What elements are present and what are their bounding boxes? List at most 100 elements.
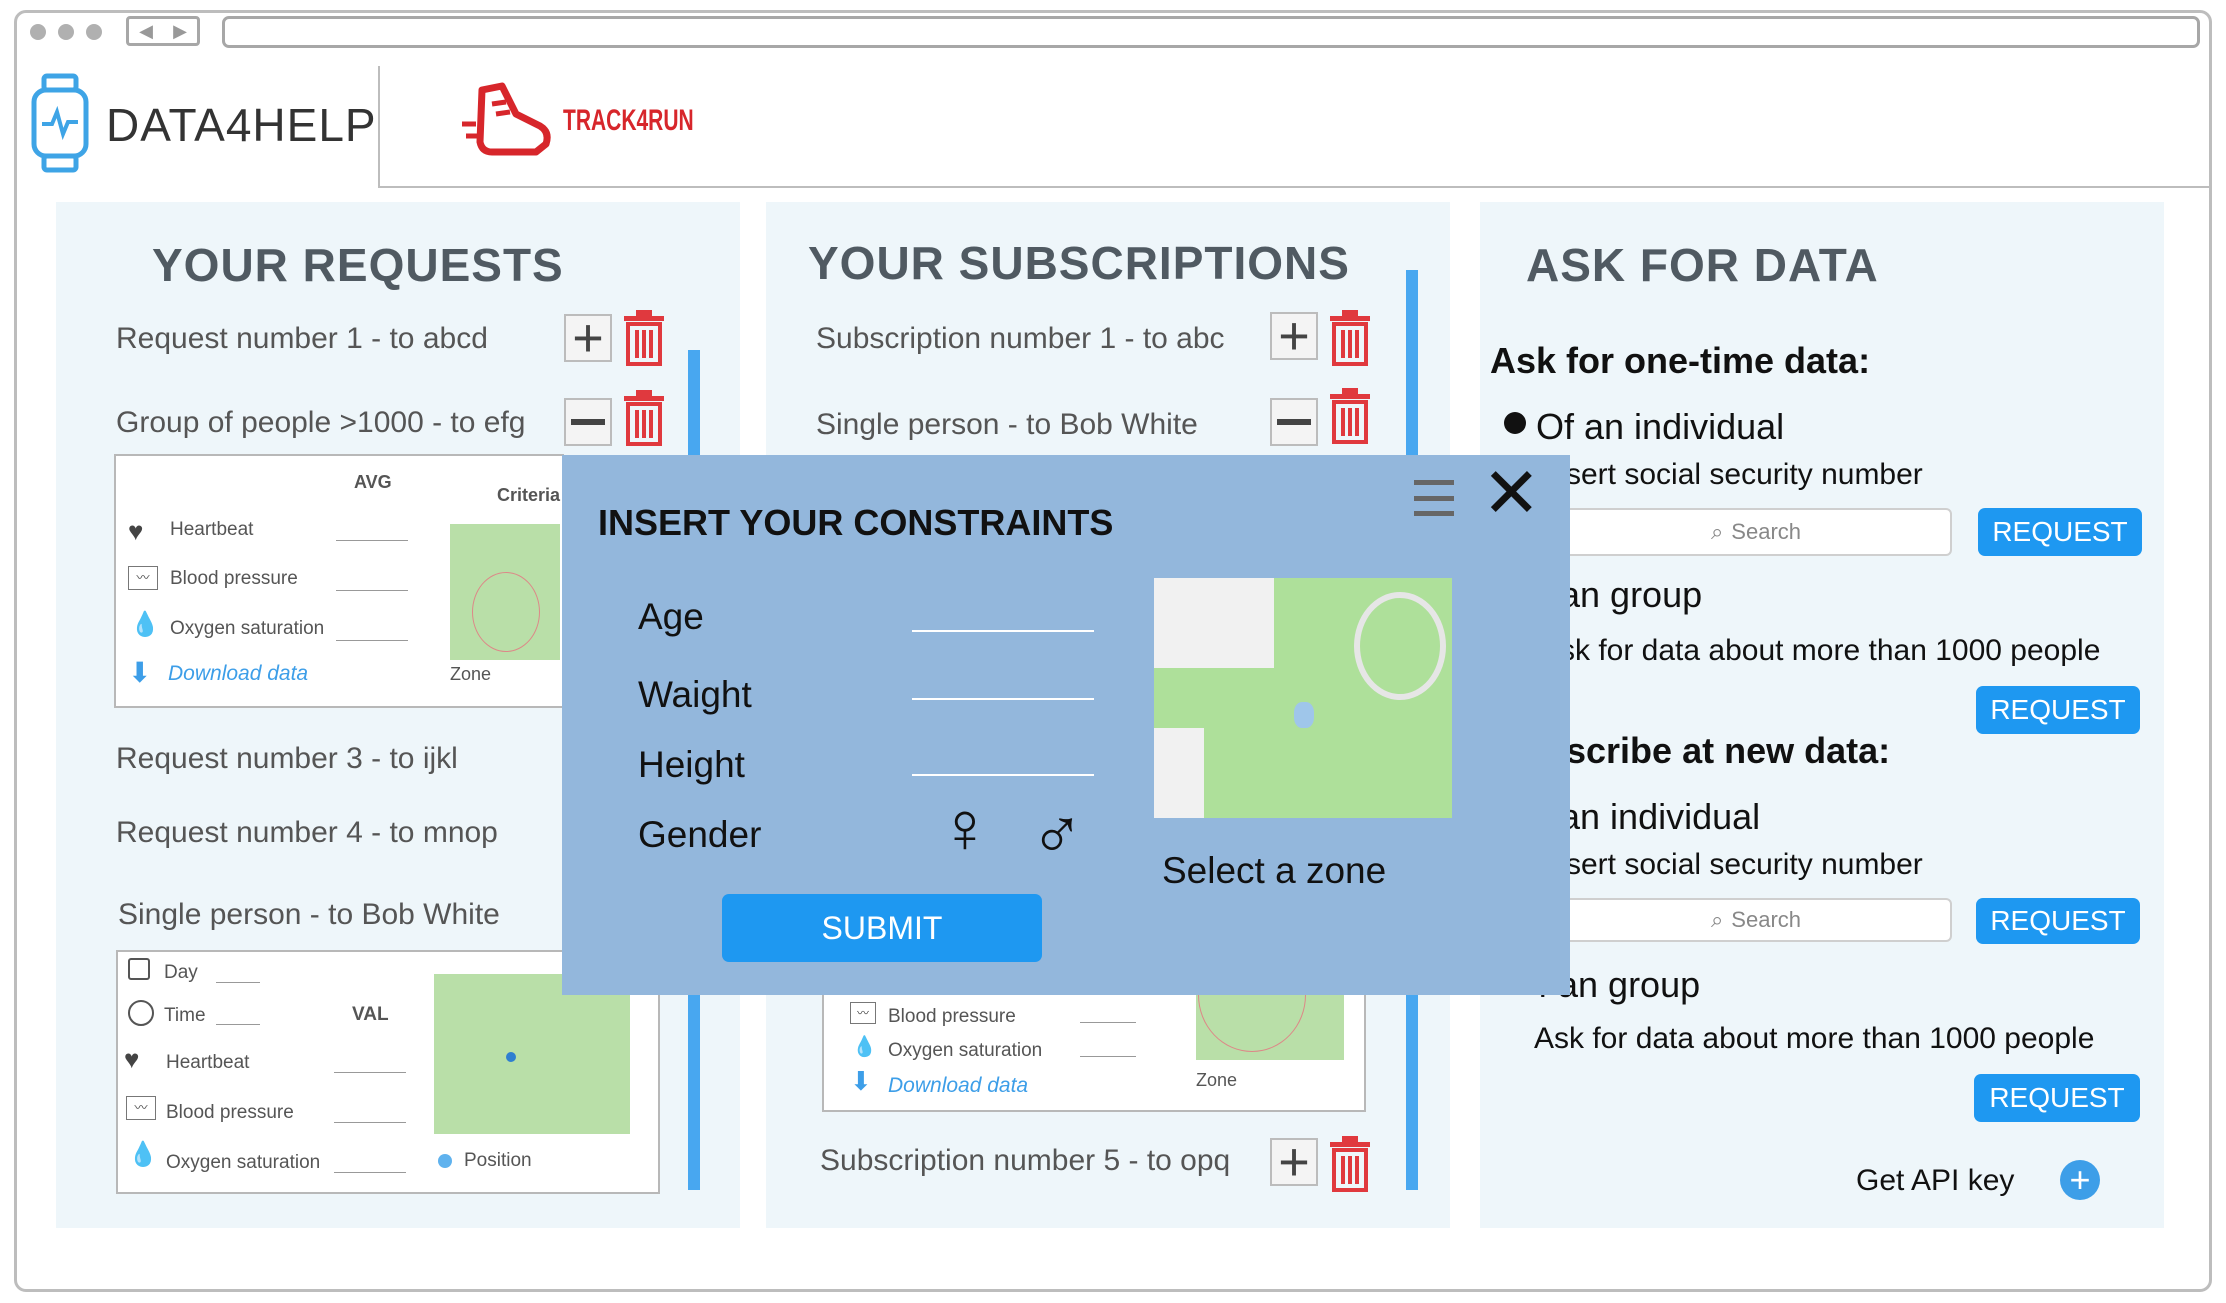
search-icon: ⌕: [1710, 907, 1724, 932]
heartbeat-label: Heartbeat: [166, 1052, 250, 1073]
insert-ssn-label-2: sert social security number: [1566, 848, 1923, 881]
zone-map[interactable]: [1196, 992, 1344, 1060]
trash-icon[interactable]: [622, 390, 666, 446]
minus-icon: [571, 419, 605, 425]
position-map[interactable]: [434, 974, 630, 1134]
request-button[interactable]: REQUEST: [1978, 508, 2142, 556]
request-row-4[interactable]: Request number 4 - to mnop: [116, 816, 498, 850]
download-data-link[interactable]: Download data: [888, 1074, 1028, 1098]
request-row-1[interactable]: Request number 1 - to abcd: [116, 322, 488, 356]
download-icon[interactable]: ⬇: [128, 656, 151, 689]
blood-pressure-label: Blood pressure: [888, 1006, 1016, 1027]
download-icon[interactable]: ⬇: [850, 1066, 872, 1097]
nav-buttons[interactable]: ◀ ▶: [126, 16, 200, 46]
add-button[interactable]: +: [564, 311, 612, 365]
request-button[interactable]: REQUEST: [1976, 898, 2140, 944]
oxygen-label: Oxygen saturation: [888, 1040, 1043, 1061]
zone-map[interactable]: [450, 524, 560, 660]
droplet-icon: 💧: [128, 1141, 158, 1168]
map-urban-area: [1154, 578, 1274, 668]
window-close-dot[interactable]: [30, 24, 46, 40]
brand-name: DATA4HELP: [106, 99, 377, 151]
age-input[interactable]: [912, 630, 1094, 632]
window-maximize-dot[interactable]: [86, 24, 102, 40]
age-label: Age: [638, 596, 704, 637]
blood-pressure-icon: 〰: [126, 1096, 156, 1120]
subscription-row-2[interactable]: Single person - to Bob White: [816, 408, 1198, 442]
request-row-5[interactable]: Single person - to Bob White: [118, 898, 500, 932]
female-icon[interactable]: ♀: [938, 792, 992, 864]
trash-icon[interactable]: [1328, 1136, 1372, 1192]
back-icon[interactable]: ◀: [139, 21, 153, 42]
request-button[interactable]: REQUEST: [1976, 686, 2140, 734]
blood-pressure-label: Blood pressure: [166, 1102, 294, 1123]
subscription-row-1[interactable]: Subscription number 1 - to abc: [816, 322, 1225, 356]
submit-button[interactable]: SUBMIT: [722, 894, 1042, 962]
zone-label: Zone: [1196, 1070, 1238, 1090]
request-row-2[interactable]: Group of people >1000 - to efg: [116, 406, 525, 440]
download-data-link[interactable]: Download data: [168, 662, 308, 686]
trash-icon[interactable]: [622, 310, 666, 366]
position-label: Position: [464, 1150, 532, 1171]
height-input[interactable]: [912, 774, 1094, 776]
ssn-search-input-2[interactable]: ⌕ Search: [1560, 898, 1952, 942]
search-placeholder: Search: [1731, 907, 1802, 932]
gender-label: Gender: [638, 814, 762, 855]
subscription-row-5[interactable]: Subscription number 5 - to opq: [820, 1144, 1230, 1178]
plus-icon: +: [1278, 306, 1310, 366]
search-placeholder: Search: [1731, 519, 1802, 544]
window-minimize-dot[interactable]: [58, 24, 74, 40]
plus-icon: +: [1278, 1132, 1310, 1192]
heartbeat-value: [334, 1072, 406, 1073]
heartbeat-label: Heartbeat: [170, 519, 254, 540]
collapse-button[interactable]: [1270, 398, 1318, 446]
individual-option-2[interactable]: f an individual: [1540, 796, 1760, 838]
male-icon[interactable]: ♂: [1030, 796, 1084, 868]
map-lake: [1294, 702, 1314, 728]
zone-label: Zone: [450, 664, 492, 684]
heart-icon: ♥: [128, 516, 144, 546]
blood-pressure-value: [1080, 1022, 1136, 1023]
add-button[interactable]: +: [1270, 306, 1318, 366]
api-key-label[interactable]: Get API key: [1856, 1164, 2014, 1198]
request-button[interactable]: REQUEST: [1974, 1074, 2140, 1122]
running-shoe-icon: [462, 82, 551, 156]
day-value: [216, 982, 260, 983]
request-row-3[interactable]: Request number 3 - to ijkl: [116, 742, 458, 776]
weight-input[interactable]: [912, 698, 1094, 700]
time-label: Time: [164, 1005, 206, 1026]
trash-icon[interactable]: [1328, 310, 1372, 366]
subscriptions-title: YOUR SUBSCRIPTIONS: [808, 237, 1350, 289]
criteria-header: Criteria: [497, 485, 561, 505]
map-arena: [1354, 592, 1446, 700]
ssn-search-input-1[interactable]: ⌕ Search: [1560, 508, 1952, 556]
oxygen-value: [334, 1172, 406, 1173]
trash-icon[interactable]: [1328, 388, 1372, 444]
more-than-1000-label-2: Ask for data about more than 1000 people: [1534, 1022, 2095, 1055]
blood-pressure-value: [336, 590, 408, 591]
requests-title: YOUR REQUESTS: [152, 239, 564, 291]
close-icon[interactable]: ✕: [1482, 458, 1541, 528]
oxygen-label: Oxygen saturation: [170, 618, 325, 639]
add-api-key-icon[interactable]: +: [2060, 1160, 2100, 1200]
search-icon: ⌕: [1710, 519, 1724, 544]
address-bar[interactable]: [222, 16, 2200, 48]
smartwatch-logo-icon: [31, 73, 89, 173]
zone-circle: [472, 572, 540, 652]
forward-icon[interactable]: ▶: [173, 21, 187, 42]
val-header: VAL: [352, 1004, 389, 1025]
avg-header: AVG: [354, 472, 392, 492]
zone-selection-map[interactable]: [1154, 578, 1452, 818]
menu-icon[interactable]: [1414, 480, 1454, 516]
droplet-icon: 💧: [852, 1036, 877, 1058]
heartbeat-value: [336, 540, 408, 541]
collapse-button[interactable]: [564, 398, 612, 446]
more-than-1000-label-1: sk for data about more than 1000 people: [1560, 634, 2101, 667]
individual-option-1[interactable]: Of an individual: [1536, 406, 1784, 448]
time-value: [216, 1024, 260, 1025]
clock-icon: [128, 1000, 154, 1026]
select-zone-label: Select a zone: [1162, 850, 1387, 891]
add-button[interactable]: +: [1270, 1132, 1318, 1192]
radio-individual-selected[interactable]: [1504, 412, 1526, 434]
calendar-icon: [128, 958, 150, 980]
